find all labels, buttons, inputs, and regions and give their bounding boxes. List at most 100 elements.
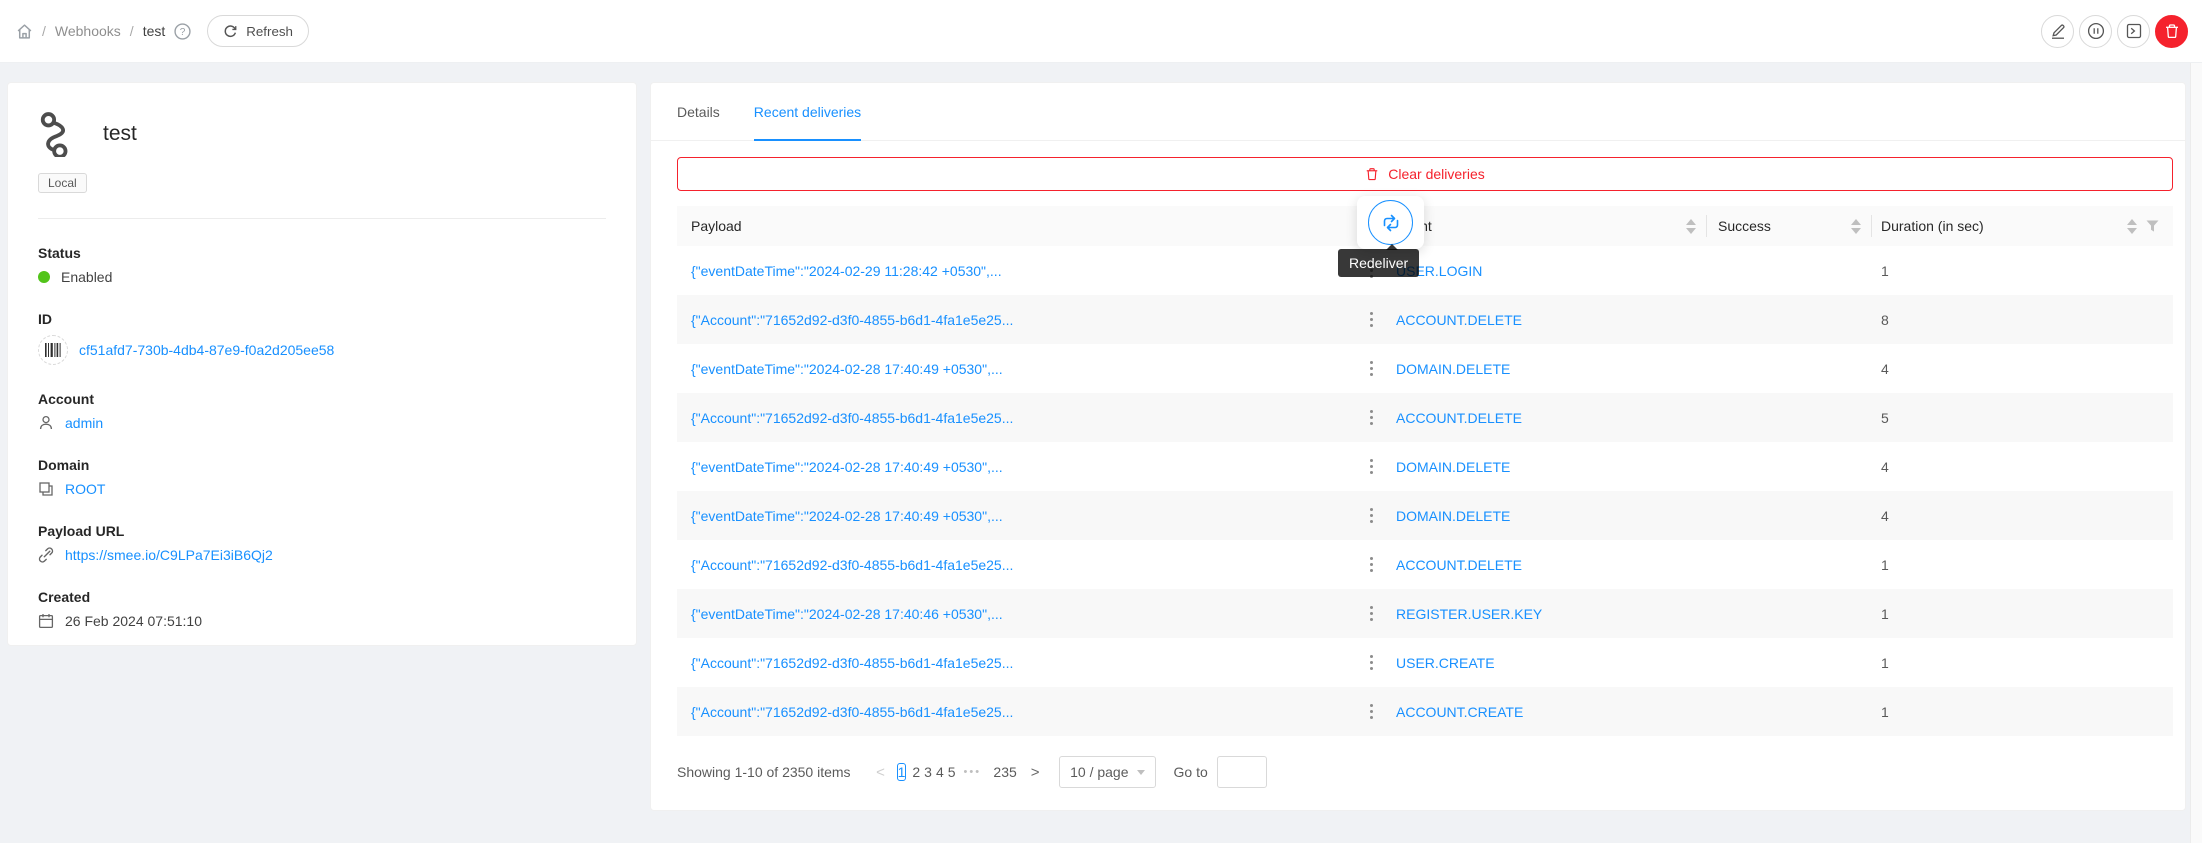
- more-actions-icon[interactable]: [1370, 410, 1373, 413]
- page-button-1[interactable]: 1: [897, 763, 907, 781]
- domain-link[interactable]: ROOT: [65, 481, 105, 497]
- column-header-duration[interactable]: Duration (in sec): [1871, 206, 2173, 246]
- payload-link[interactable]: {"eventDateTime":"2024-02-29 11:28:42 +0…: [691, 263, 1002, 279]
- column-header-event[interactable]: Event: [1386, 206, 1706, 246]
- clear-deliveries-button[interactable]: Clear deliveries: [677, 157, 2173, 191]
- more-actions-icon[interactable]: [1370, 655, 1373, 658]
- duration-value: 4: [1871, 459, 2173, 475]
- more-actions-icon[interactable]: [1370, 459, 1373, 462]
- tab-recent-deliveries[interactable]: Recent deliveries: [754, 83, 861, 141]
- webhook-info-panel: test Local Status Enabled ID cf51afd7-73…: [7, 82, 637, 646]
- pagination: Showing 1-10 of 2350 items < 12345 ••• 2…: [677, 756, 2171, 788]
- deliveries-table: Payload Event Success Duration (in sec): [677, 206, 2173, 736]
- duration-value: 5: [1871, 410, 2173, 426]
- payload-link[interactable]: {"eventDateTime":"2024-02-28 17:40:49 +0…: [691, 459, 1003, 475]
- event-link[interactable]: DOMAIN.DELETE: [1396, 459, 1510, 475]
- table-body: {"eventDateTime":"2024-02-29 11:28:42 +0…: [677, 246, 2173, 736]
- redeliver-button[interactable]: [1368, 200, 1413, 245]
- breadcrumb: / Webhooks / test ?: [16, 23, 191, 40]
- trash-icon: [1365, 167, 1379, 181]
- duration-value: 4: [1871, 508, 2173, 524]
- disable-button[interactable]: [2079, 15, 2112, 48]
- edit-button[interactable]: [2041, 15, 2074, 48]
- filter-icon[interactable]: [2146, 220, 2159, 232]
- payload-link[interactable]: {"eventDateTime":"2024-02-28 17:40:46 +0…: [691, 606, 1003, 622]
- next-page-button[interactable]: >: [1023, 764, 1047, 781]
- status-value: Enabled: [61, 269, 112, 285]
- question-circle-icon[interactable]: ?: [174, 23, 191, 40]
- payload-link[interactable]: {"eventDateTime":"2024-02-28 17:40:49 +0…: [691, 508, 1003, 524]
- payload-link[interactable]: {"eventDateTime":"2024-02-28 17:40:49 +0…: [691, 361, 1003, 377]
- webhook-id-link[interactable]: cf51afd7-730b-4db4-87e9-f0a2d205ee58: [79, 342, 334, 358]
- page-button-4[interactable]: 4: [936, 764, 944, 780]
- field-label-id: ID: [38, 311, 606, 327]
- event-link[interactable]: ACCOUNT.CREATE: [1396, 704, 1523, 720]
- more-actions-icon[interactable]: [1370, 312, 1373, 315]
- page-button-2[interactable]: 2: [912, 764, 920, 780]
- pagination-summary: Showing 1-10 of 2350 items: [677, 764, 851, 780]
- tab-bar: Details Recent deliveries: [651, 83, 2185, 141]
- scrollbar[interactable]: [2190, 63, 2202, 843]
- status-dot: [38, 271, 50, 283]
- page-button-5[interactable]: 5: [948, 764, 956, 780]
- payload-link[interactable]: {"Account":"71652d92-d3f0-4855-b6d1-4fa1…: [691, 410, 1013, 426]
- table-header: Payload Event Success Duration (in sec): [677, 206, 2173, 246]
- goto-page-input[interactable]: [1217, 756, 1267, 788]
- duration-value: 4: [1871, 361, 2173, 377]
- event-link[interactable]: USER.CREATE: [1396, 655, 1495, 671]
- tab-details[interactable]: Details: [677, 83, 720, 141]
- column-header-payload: Payload: [677, 206, 1356, 246]
- table-row: {"Account":"71652d92-d3f0-4855-b6d1-4fa1…: [677, 638, 2173, 687]
- pagination-ellipsis[interactable]: •••: [964, 766, 982, 778]
- deliveries-panel: Details Recent deliveries Clear deliveri…: [650, 82, 2186, 811]
- refresh-button[interactable]: Refresh: [207, 15, 309, 47]
- event-link[interactable]: DOMAIN.DELETE: [1396, 361, 1510, 377]
- breadcrumb-separator: /: [130, 23, 134, 39]
- sort-icon[interactable]: [1686, 219, 1696, 234]
- payload-link[interactable]: {"Account":"71652d92-d3f0-4855-b6d1-4fa1…: [691, 655, 1013, 671]
- webhook-title: test: [103, 122, 137, 146]
- breadcrumb-webhooks[interactable]: Webhooks: [55, 23, 121, 39]
- svg-text:?: ?: [180, 27, 186, 38]
- last-page-button[interactable]: 235: [993, 764, 1017, 780]
- account-link[interactable]: admin: [65, 415, 103, 431]
- more-actions-icon[interactable]: [1370, 557, 1373, 560]
- payload-link[interactable]: {"Account":"71652d92-d3f0-4855-b6d1-4fa1…: [691, 704, 1013, 720]
- home-icon[interactable]: [16, 23, 33, 40]
- sort-icon[interactable]: [2127, 219, 2137, 234]
- delete-button[interactable]: [2155, 15, 2188, 48]
- test-delivery-button[interactable]: [2117, 15, 2150, 48]
- sort-icon[interactable]: [1851, 219, 1861, 234]
- user-icon: [38, 415, 54, 431]
- event-link[interactable]: ACCOUNT.DELETE: [1396, 312, 1522, 328]
- redeliver-tooltip: Redeliver: [1338, 249, 1419, 277]
- column-header-success[interactable]: Success: [1706, 206, 1871, 246]
- prev-page-button[interactable]: <: [869, 764, 893, 781]
- more-actions-icon[interactable]: [1370, 704, 1373, 707]
- table-row: {"Account":"71652d92-d3f0-4855-b6d1-4fa1…: [677, 295, 2173, 344]
- more-actions-icon[interactable]: [1370, 508, 1373, 511]
- page-button-3[interactable]: 3: [924, 764, 932, 780]
- table-row: {"Account":"71652d92-d3f0-4855-b6d1-4fa1…: [677, 393, 2173, 442]
- event-link[interactable]: REGISTER.USER.KEY: [1396, 606, 1542, 622]
- event-link[interactable]: DOMAIN.DELETE: [1396, 508, 1510, 524]
- code-icon: [2125, 22, 2143, 40]
- duration-value: 1: [1871, 557, 2173, 573]
- scope-tag: Local: [38, 173, 87, 193]
- refresh-icon: [223, 24, 238, 39]
- payload-link[interactable]: {"Account":"71652d92-d3f0-4855-b6d1-4fa1…: [691, 557, 1013, 573]
- field-label-created: Created: [38, 589, 606, 605]
- event-link[interactable]: ACCOUNT.DELETE: [1396, 557, 1522, 573]
- payload-url-link[interactable]: https://smee.io/C9LPa7Ei3iB6Qj2: [65, 547, 273, 563]
- duration-value: 1: [1871, 704, 2173, 720]
- more-actions-icon[interactable]: [1370, 361, 1373, 364]
- more-actions-icon[interactable]: [1370, 606, 1373, 609]
- table-row: {"eventDateTime":"2024-02-28 17:40:49 +0…: [677, 442, 2173, 491]
- event-link[interactable]: ACCOUNT.DELETE: [1396, 410, 1522, 426]
- divider: [38, 218, 606, 219]
- payload-link[interactable]: {"Account":"71652d92-d3f0-4855-b6d1-4fa1…: [691, 312, 1013, 328]
- page-size-select[interactable]: 10 / page: [1059, 756, 1155, 788]
- link-icon: [38, 547, 54, 563]
- webhook-actions: [2041, 15, 2188, 48]
- table-row: {"Account":"71652d92-d3f0-4855-b6d1-4fa1…: [677, 540, 2173, 589]
